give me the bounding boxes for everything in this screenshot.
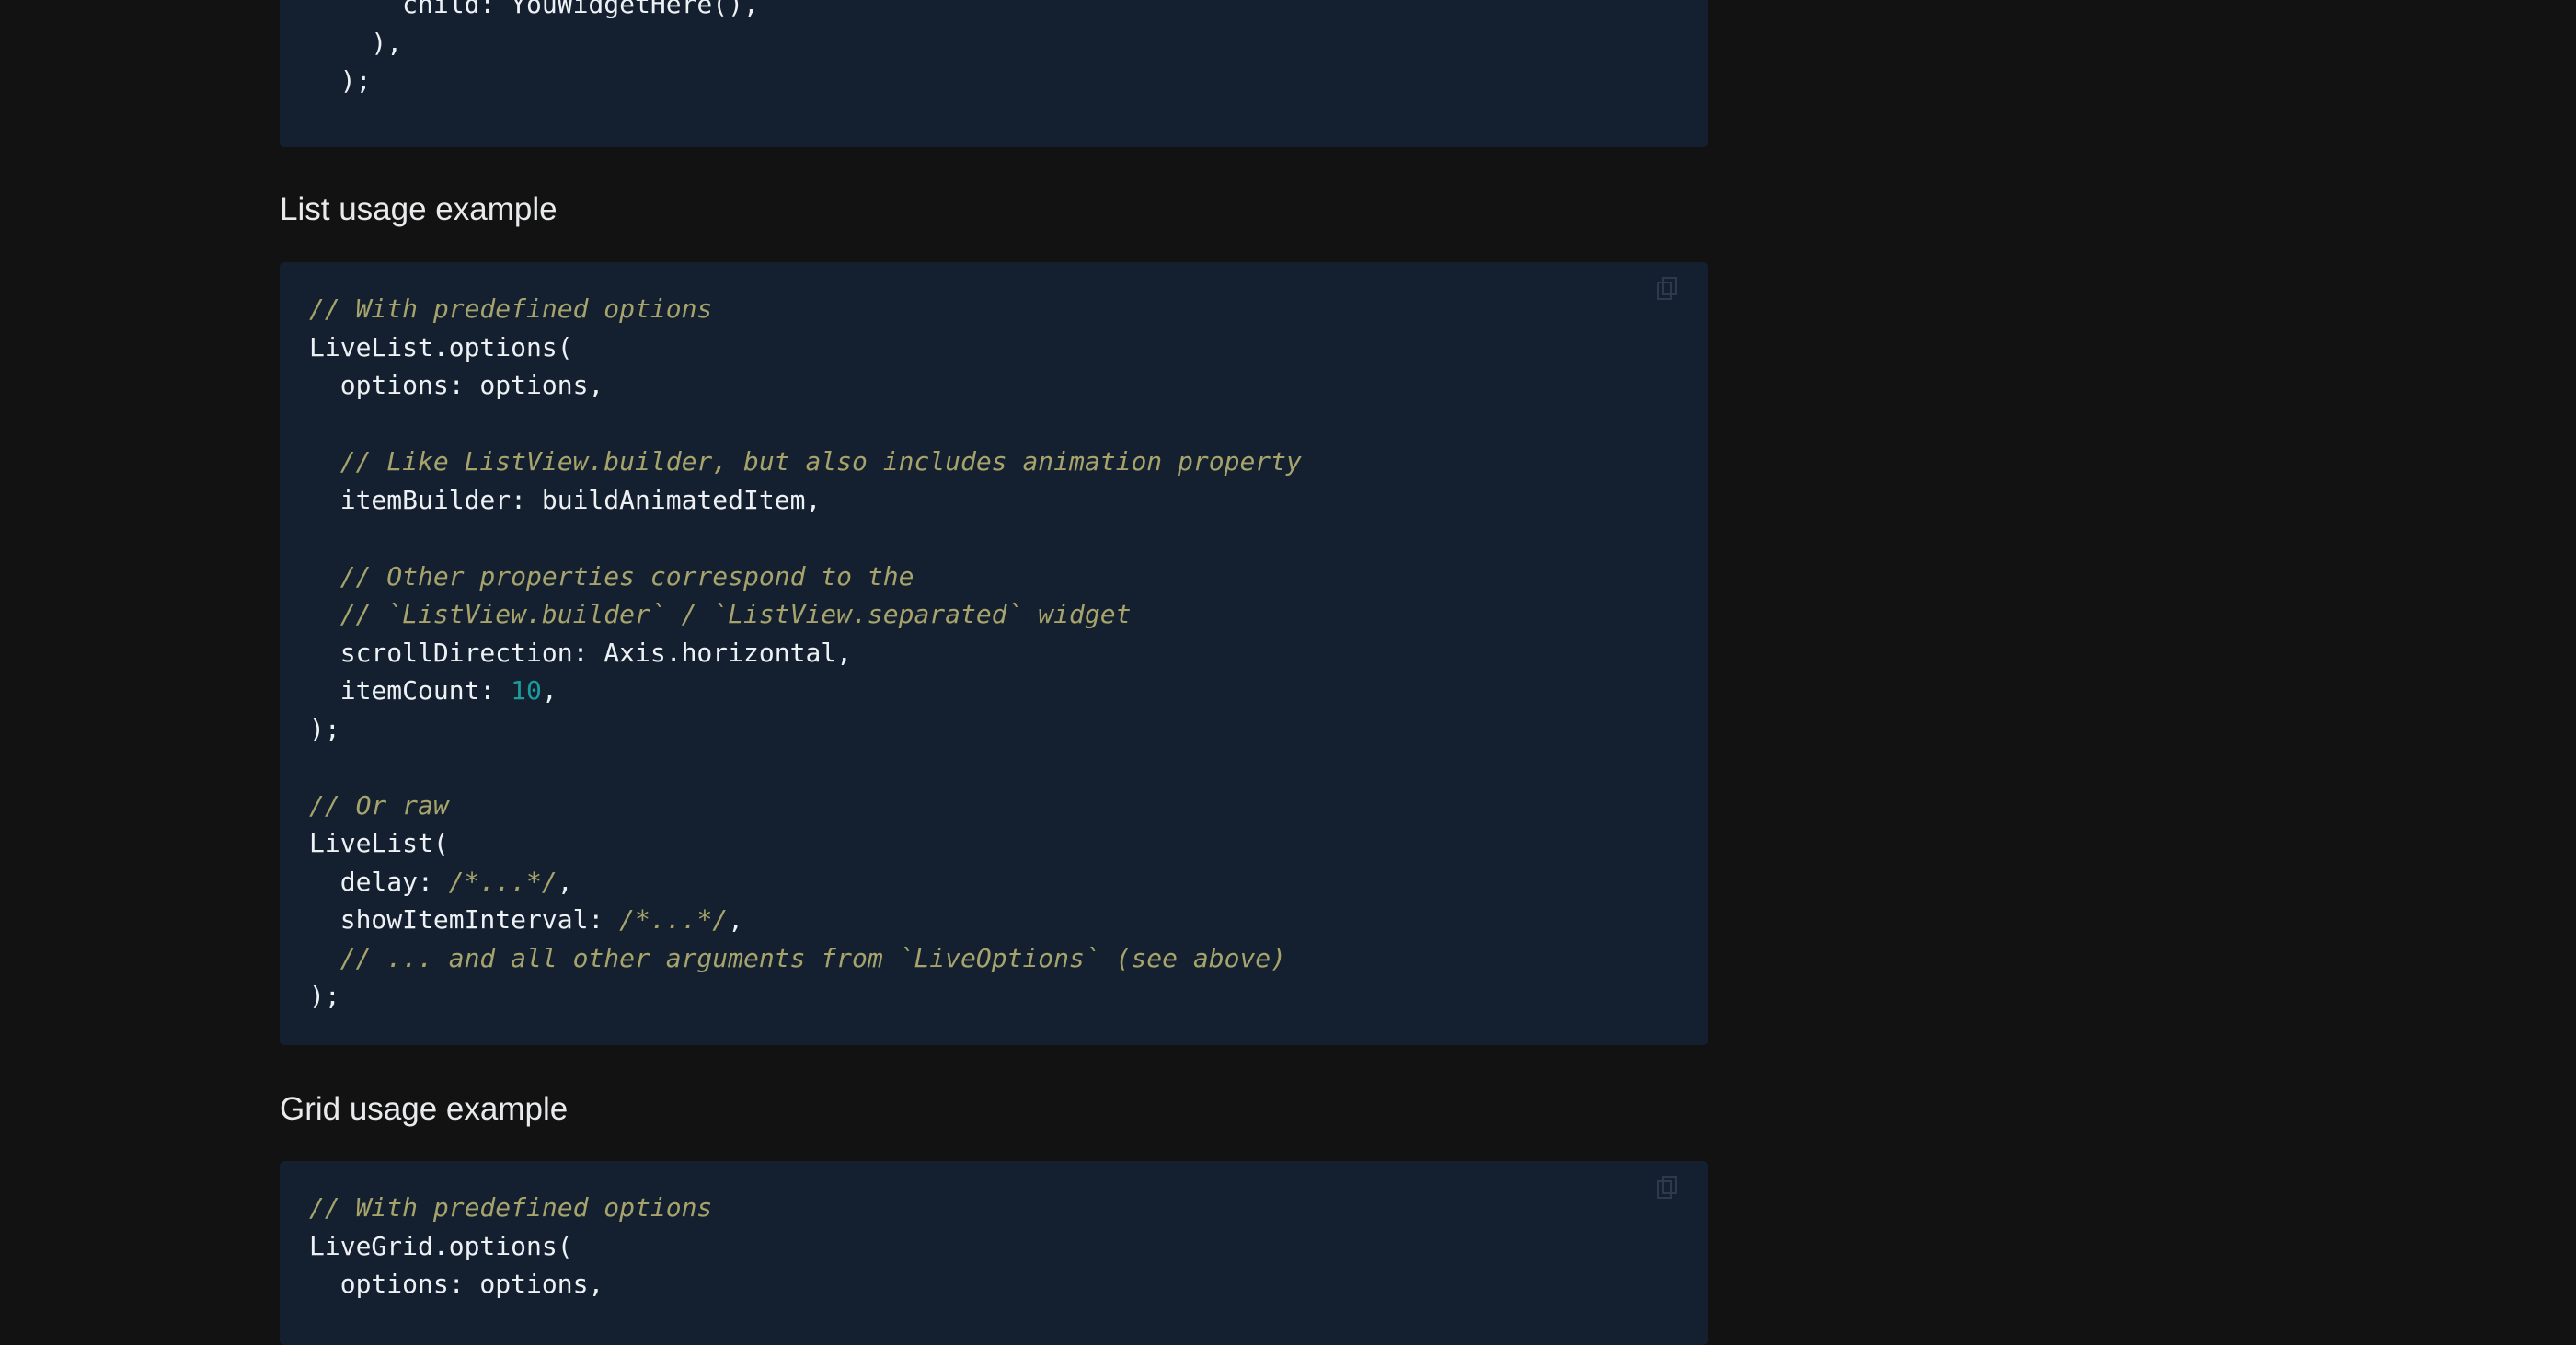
code-line: ); xyxy=(309,713,340,744)
code-line-empty xyxy=(309,519,1302,558)
code-text: // With predefined options LiveGrid.optio… xyxy=(309,1189,712,1304)
code-line: itemBuilder: buildAnimatedItem, xyxy=(309,484,822,515)
code-line: options: options, xyxy=(309,370,604,400)
code-line: LiveList.options( xyxy=(309,331,573,362)
code-text: child: YouWidgetHere(), ), ); xyxy=(309,0,759,100)
code-token: , xyxy=(557,866,573,897)
section-heading-grid: Grid usage example xyxy=(280,1091,569,1127)
code-line: delay: /*...*/, xyxy=(309,863,1302,902)
code-token: itemCount: xyxy=(309,675,512,706)
code-line: ); xyxy=(309,65,372,96)
code-line: scrollDirection: Axis.horizontal, xyxy=(309,637,853,668)
code-comment: // With predefined options xyxy=(309,293,713,324)
code-line: showItemInterval: /*...*/, xyxy=(309,901,1302,939)
code-line-empty xyxy=(309,405,1302,443)
code-line: options: options, xyxy=(309,1269,604,1299)
code-token: showItemInterval: xyxy=(309,904,620,935)
code-line: LiveGrid.options( xyxy=(309,1230,573,1261)
code-comment: // `ListView.builder` / `ListView.separa… xyxy=(309,599,1132,629)
code-block-widget: child: YouWidgetHere(), ), ); xyxy=(280,0,1708,147)
code-line: itemCount: 10, xyxy=(309,672,1302,710)
code-token: delay: xyxy=(309,866,449,897)
code-comment: // Like ListView.builder, but also inclu… xyxy=(309,446,1302,477)
copy-icon[interactable] xyxy=(1654,1174,1682,1201)
code-comment: // Or raw xyxy=(309,789,449,821)
code-number: 10 xyxy=(511,675,542,706)
copy-icon[interactable] xyxy=(1654,275,1682,303)
code-line: LiveList( xyxy=(309,828,449,858)
code-comment: // With predefined options xyxy=(309,1192,713,1223)
doc-content: child: YouWidgetHere(), ), ); List usage… xyxy=(280,0,1708,1345)
section-heading-list: List usage example xyxy=(280,191,558,227)
code-line: child: YouWidgetHere(), xyxy=(309,0,759,19)
code-line: ), xyxy=(309,27,403,58)
code-text: // With predefined options LiveList.optio… xyxy=(309,290,1302,1016)
code-comment: // ... and all other arguments from `Liv… xyxy=(309,942,1287,973)
code-token: , xyxy=(728,904,744,935)
code-block-grid: // With predefined options LiveGrid.optio… xyxy=(280,1161,1708,1345)
code-line-empty xyxy=(309,748,1302,787)
code-block-list: // With predefined options LiveList.optio… xyxy=(280,262,1708,1045)
code-line: ); xyxy=(309,981,340,1011)
code-comment: // Other properties correspond to the xyxy=(309,560,914,592)
code-token: , xyxy=(541,675,558,706)
code-inline-comment: /*...*/ xyxy=(448,866,558,897)
code-inline-comment: /*...*/ xyxy=(619,904,729,935)
